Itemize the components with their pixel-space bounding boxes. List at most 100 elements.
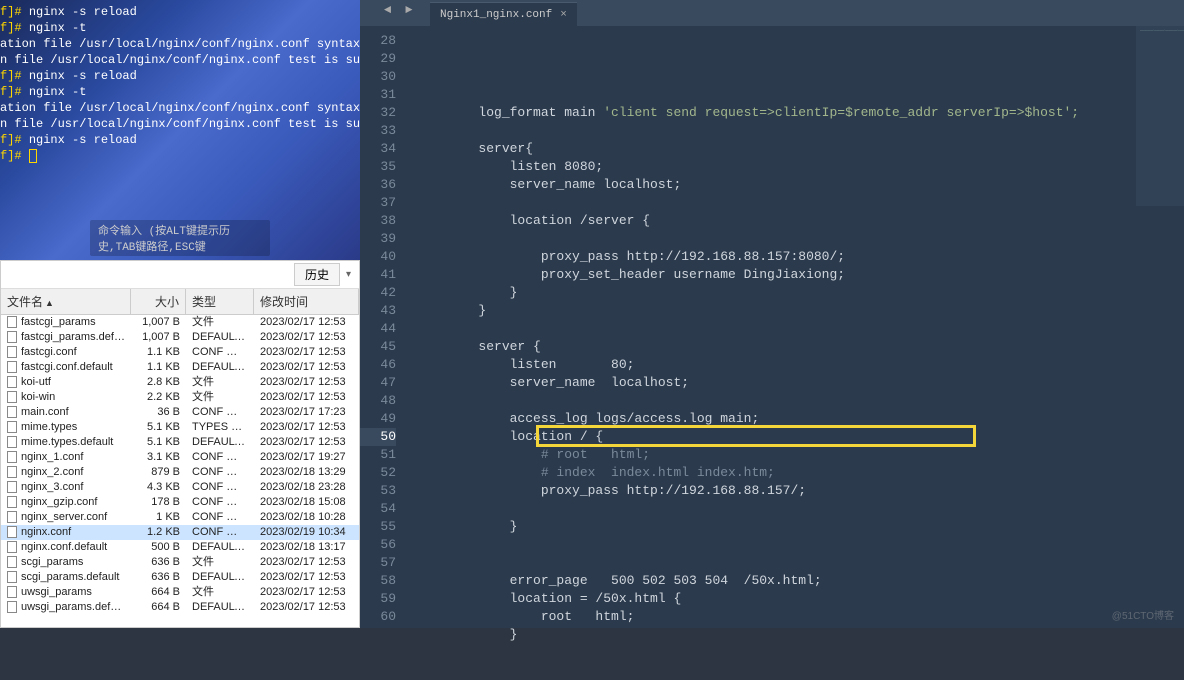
file-size: 636 B [131,570,186,585]
code-line: access_log logs/access.log main; [416,410,1184,428]
file-row[interactable]: uwsgi_params664 B文件2023/02/17 12:53 [1,585,359,600]
file-size: 636 B [131,555,186,570]
history-button[interactable]: 历史 [294,263,340,286]
file-row[interactable]: scgi_params.default636 BDEFAULT ...2023/… [1,570,359,585]
code-line [416,194,1184,212]
line-number: 49 [360,410,396,428]
file-row[interactable]: fastcgi.conf1.1 KBCONF 文件2023/02/17 12:5… [1,345,359,360]
file-icon [7,346,17,358]
line-number: 42 [360,284,396,302]
code-line: } [416,626,1184,644]
terminal-line: ation file /usr/local/nginx/conf/nginx.c… [0,36,360,52]
code-line: } [416,302,1184,320]
col-header-size[interactable]: 大小 [131,289,186,314]
code-line: # root html; [416,446,1184,464]
file-type: 文件 [186,585,254,600]
code-line: location / { [416,428,1184,446]
col-header-type[interactable]: 类型 [186,289,254,314]
file-date: 2023/02/18 13:17 [254,540,359,555]
terminal-line: f]# [0,148,360,164]
line-number: 36 [360,176,396,194]
file-date: 2023/02/18 13:29 [254,465,359,480]
file-row[interactable]: nginx_3.conf4.3 KBCONF 文件2023/02/18 23:2… [1,480,359,495]
file-type: CONF 文件 [186,525,254,540]
file-size: 5.1 KB [131,435,186,450]
line-number: 53 [360,482,396,500]
file-type: DEFAULT ... [186,435,254,450]
file-row[interactable]: nginx_gzip.conf178 BCONF 文件2023/02/18 15… [1,495,359,510]
file-type: CONF 文件 [186,450,254,465]
code-line: } [416,284,1184,302]
editor-tab-active[interactable]: Nginx1_nginx.conf × [430,2,577,26]
file-icon [7,496,17,508]
file-date: 2023/02/17 12:53 [254,390,359,405]
file-icon [7,376,17,388]
file-name: nginx_2.conf [21,466,83,478]
file-row[interactable]: scgi_params636 B文件2023/02/17 12:53 [1,555,359,570]
code-area[interactable]: log_format main 'client send request=>cl… [406,26,1184,628]
editor-nav: ◄ ► [380,0,416,20]
file-name: nginx_server.conf [21,511,107,523]
filelist-body[interactable]: fastcgi_params1,007 B文件2023/02/17 12:53f… [1,315,359,625]
code-line: location = /50x.html { [416,590,1184,608]
terminal-panel[interactable]: f]# nginx -s reloadf]# nginx -tation fil… [0,0,360,260]
file-size: 879 B [131,465,186,480]
line-number: 60 [360,608,396,626]
file-row[interactable]: fastcgi_params.defa...1,007 BDEFAULT ...… [1,330,359,345]
dropdown-icon[interactable]: ▾ [346,269,351,280]
code-line [416,536,1184,554]
terminal-hint: 命令输入 (按ALT键提示历史,TAB键路径,ESC键 [90,220,270,256]
file-date: 2023/02/17 12:53 [254,435,359,450]
terminal-line: ation file /usr/local/nginx/conf/nginx.c… [0,100,360,116]
file-row[interactable]: nginx.conf.default500 BDEFAULT ...2023/0… [1,540,359,555]
code-line [416,644,1184,662]
code-line: server_name localhost; [416,374,1184,392]
line-number: 33 [360,122,396,140]
file-icon [7,511,17,523]
file-row[interactable]: koi-win2.2 KB文件2023/02/17 12:53 [1,390,359,405]
file-size: 5.1 KB [131,420,186,435]
col-header-date[interactable]: 修改时间 [254,289,359,314]
file-date: 2023/02/17 12:53 [254,420,359,435]
file-row[interactable]: nginx.conf1.2 KBCONF 文件2023/02/19 10:34 [1,525,359,540]
minimap-content: ━━━━━━━━━━━\n━━━━━━━\n━━━━━━━━━\n━━━━━\n… [1136,26,1184,36]
editor-panel: ◄ ► Nginx1_nginx.conf × 2829303132333435… [360,0,1184,628]
file-row[interactable]: nginx_1.conf3.1 KBCONF 文件2023/02/17 19:2… [1,450,359,465]
terminal-line: f]# nginx -s reload [0,4,360,20]
file-size: 1,007 B [131,330,186,345]
file-date: 2023/02/18 10:28 [254,510,359,525]
file-row[interactable]: nginx_2.conf879 BCONF 文件2023/02/18 13:29 [1,465,359,480]
code-line [416,320,1184,338]
filelist-header: 文件名▲ 大小 类型 修改时间 [1,289,359,315]
file-icon [7,361,17,373]
file-type: DEFAULT ... [186,570,254,585]
tab-close-icon[interactable]: × [560,9,567,21]
file-size: 2.8 KB [131,375,186,390]
file-size: 1.2 KB [131,525,186,540]
line-number: 57 [360,554,396,572]
nav-back-icon[interactable]: ◄ [380,0,395,20]
file-icon [7,316,17,328]
col-header-name[interactable]: 文件名▲ [1,289,131,314]
file-row[interactable]: main.conf36 BCONF 文件2023/02/17 17:23 [1,405,359,420]
file-row[interactable]: koi-utf2.8 KB文件2023/02/17 12:53 [1,375,359,390]
file-icon [7,481,17,493]
file-row[interactable]: fastcgi_params1,007 B文件2023/02/17 12:53 [1,315,359,330]
file-row[interactable]: mime.types.default5.1 KBDEFAULT ...2023/… [1,435,359,450]
file-row[interactable]: uwsgi_params.default664 BDEFAULT ...2023… [1,600,359,615]
code-line: log_format main 'client send request=>cl… [416,104,1184,122]
nav-forward-icon[interactable]: ► [401,0,416,20]
line-number: 54 [360,500,396,518]
file-row[interactable]: nginx_server.conf1 KBCONF 文件2023/02/18 1… [1,510,359,525]
line-number: 51 [360,446,396,464]
file-date: 2023/02/17 12:53 [254,345,359,360]
file-row[interactable]: fastcgi.conf.default1.1 KBDEFAULT ...202… [1,360,359,375]
line-number: 47 [360,374,396,392]
line-number: 55 [360,518,396,536]
minimap[interactable]: ━━━━━━━━━━━\n━━━━━━━\n━━━━━━━━━\n━━━━━\n… [1136,26,1184,206]
line-number: 40 [360,248,396,266]
file-row[interactable]: mime.types5.1 KBTYPES 文件2023/02/17 12:53 [1,420,359,435]
file-type: CONF 文件 [186,510,254,525]
file-name: nginx.conf [21,526,71,538]
file-icon [7,586,17,598]
